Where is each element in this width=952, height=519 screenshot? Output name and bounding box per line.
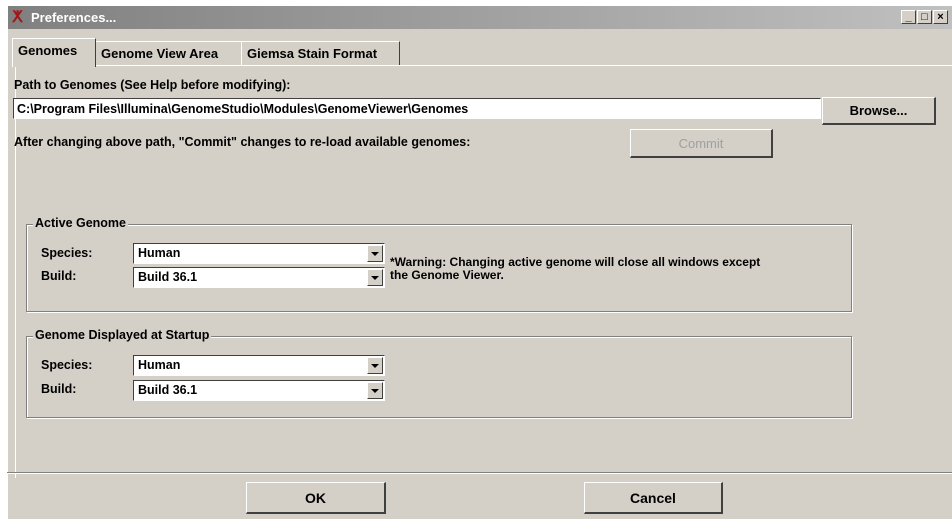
startup-species-value: Human	[138, 358, 181, 372]
commit-button[interactable]: Commit	[630, 129, 773, 158]
tab-genomes[interactable]: Genomes	[12, 38, 96, 67]
chevron-down-icon[interactable]	[367, 357, 383, 374]
genome-app-icon: ⵅ	[12, 9, 23, 26]
active-species-select[interactable]: Human	[133, 243, 385, 264]
footer-separator	[7, 472, 952, 474]
active-species-label: Species:	[41, 246, 93, 260]
cancel-button[interactable]: Cancel	[584, 482, 723, 514]
startup-build-value: Build 36.1	[138, 383, 198, 397]
active-genome-warning: *Warning: Changing active genome will cl…	[390, 256, 850, 282]
warning-line-2: the Genome Viewer.	[390, 268, 504, 282]
browse-button[interactable]: Browse...	[822, 97, 936, 125]
active-species-value: Human	[138, 246, 181, 260]
startup-genome-title: Genome Displayed at Startup	[33, 328, 212, 342]
startup-species-select[interactable]: Human	[133, 355, 385, 376]
startup-genome-group: Genome Displayed at Startup	[26, 328, 852, 418]
active-genome-title: Active Genome	[33, 216, 129, 230]
ok-button[interactable]: OK	[246, 482, 386, 514]
window-title: Preferences...	[31, 10, 117, 25]
tab-genome-view-area[interactable]: Genome View Area	[95, 41, 242, 65]
chevron-down-icon[interactable]	[367, 269, 383, 286]
startup-build-label: Build:	[41, 382, 77, 396]
tab-genome-view-area-label: Genome View Area	[101, 46, 219, 61]
title-bar[interactable]: ⵅ Preferences... _ □ ×	[8, 6, 952, 29]
close-button[interactable]: ×	[933, 10, 948, 24]
commit-hint-label: After changing above path, "Commit" chan…	[14, 135, 471, 149]
tab-giemsa-stain-format[interactable]: Giemsa Stain Format	[241, 41, 400, 65]
genome-path-input[interactable]	[13, 98, 821, 119]
active-build-value: Build 36.1	[138, 270, 198, 284]
minimize-button[interactable]: _	[901, 10, 916, 24]
chevron-down-icon[interactable]	[367, 245, 383, 262]
chevron-down-icon[interactable]	[367, 382, 383, 399]
active-build-label: Build:	[41, 269, 77, 283]
tab-genomes-label: Genomes	[18, 43, 78, 58]
active-build-select[interactable]: Build 36.1	[133, 267, 385, 288]
startup-build-select[interactable]: Build 36.1	[133, 380, 385, 401]
tab-giemsa-stain-format-label: Giemsa Stain Format	[247, 46, 378, 61]
startup-species-label: Species:	[41, 358, 93, 372]
maximize-button[interactable]: □	[917, 10, 932, 24]
path-label: Path to Genomes (See Help before modifyi…	[14, 78, 291, 92]
